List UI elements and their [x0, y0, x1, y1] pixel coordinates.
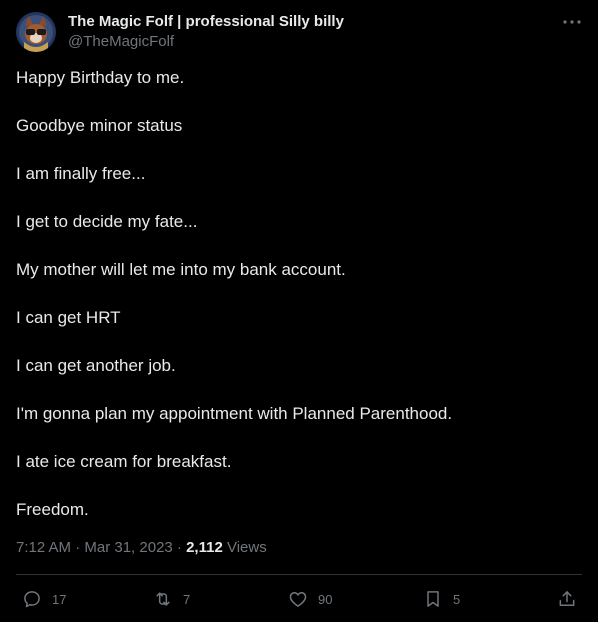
tweet-line: I can get another job.: [16, 356, 176, 375]
repost-button[interactable]: 7: [153, 586, 190, 612]
bookmark-button[interactable]: 5: [423, 586, 460, 612]
divider: [16, 574, 582, 575]
author-handle[interactable]: @TheMagicFolf: [68, 32, 174, 52]
reply-count: 17: [52, 591, 67, 607]
tweet-meta: 7:12 AM · Mar 31, 2023 · 2,112 Views: [16, 537, 267, 559]
tweet-line: I am finally free...: [16, 164, 146, 183]
bookmark-count: 5: [453, 591, 461, 607]
tweet-line: Goodbye minor status: [16, 116, 183, 135]
repost-icon: [153, 589, 173, 609]
views-label: Views: [222, 539, 267, 556]
tweet-line: I get to decide my fate...: [16, 212, 198, 231]
heart-icon: [288, 589, 308, 609]
tweet-line: I can get HRT: [16, 308, 121, 327]
avatar[interactable]: [16, 12, 56, 52]
repost-count: 7: [183, 591, 191, 607]
action-bar: 17 7 90 5: [0, 586, 598, 612]
author-name[interactable]: The Magic Folf | professional Silly bill…: [68, 12, 344, 32]
tweet: The Magic Folf | professional Silly bill…: [0, 0, 598, 622]
views-count: 2,112: [186, 539, 223, 556]
bookmark-icon: [423, 589, 443, 609]
tweet-line: My mother will let me into my bank accou…: [16, 260, 346, 279]
tweet-line: I ate ice cream for breakfast.: [16, 452, 232, 471]
tweet-text: Happy Birthday to me. Goodbye minor stat…: [16, 66, 582, 546]
reply-icon: [22, 589, 42, 609]
tweet-line: Freedom.: [16, 500, 89, 519]
tweet-line: I'm gonna plan my appointment with Plann…: [16, 404, 453, 423]
avatar-image: [16, 12, 56, 52]
like-button[interactable]: 90: [288, 586, 332, 612]
more-horizontal-icon[interactable]: [560, 12, 584, 32]
timestamp[interactable]: 7:12 AM · Mar 31, 2023 ·: [16, 539, 186, 556]
reply-button[interactable]: 17: [22, 586, 66, 612]
share-button[interactable]: [557, 586, 577, 612]
tweet-line: Happy Birthday to me.: [16, 68, 185, 87]
like-count: 90: [318, 591, 333, 607]
share-icon: [557, 589, 577, 609]
